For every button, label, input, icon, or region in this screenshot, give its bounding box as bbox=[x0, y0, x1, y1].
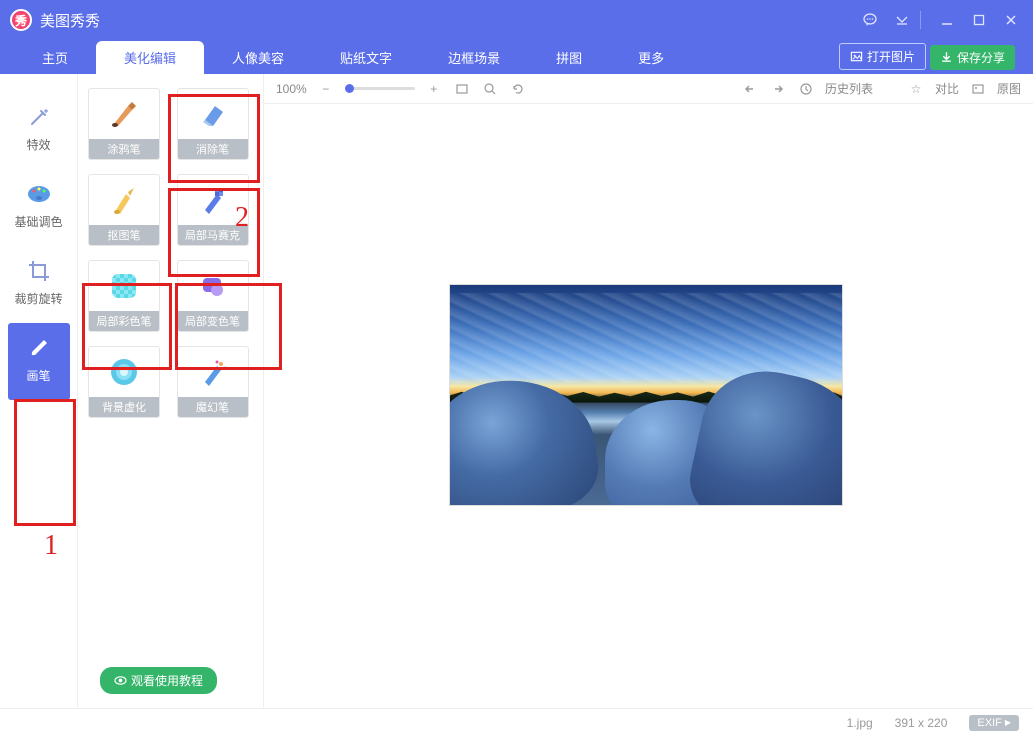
rail-effects[interactable]: 特效 bbox=[8, 92, 70, 169]
tool-eraser[interactable]: 消除笔 bbox=[177, 88, 249, 160]
zoom-level: 100% bbox=[276, 82, 307, 96]
original-label[interactable]: 原图 bbox=[997, 80, 1021, 97]
watch-tutorial-button[interactable]: 观看使用教程 bbox=[100, 667, 217, 694]
tool-local-color[interactable]: 局部彩色笔 bbox=[88, 260, 160, 332]
canvas-area: 100% − + 历史列表 ☆ 对比 原图 bbox=[264, 74, 1033, 708]
zoom-slider[interactable] bbox=[345, 87, 415, 90]
wand-icon bbox=[26, 104, 52, 130]
rail-basic-label: 基础调色 bbox=[14, 213, 62, 230]
statusbar: 1.jpg 391 x 220 EXIF▶ bbox=[0, 708, 1033, 736]
brush-icon bbox=[26, 335, 52, 361]
rail-brush[interactable]: 画笔 bbox=[8, 323, 70, 400]
tool-cutout[interactable]: 抠图笔 bbox=[88, 174, 160, 246]
tab-portrait[interactable]: 人像美容 bbox=[204, 41, 312, 74]
open-image-label: 打开图片 bbox=[867, 48, 915, 65]
crop-icon bbox=[26, 258, 52, 284]
status-filename: 1.jpg bbox=[847, 716, 873, 730]
status-dimensions: 391 x 220 bbox=[895, 716, 948, 730]
magnify-icon[interactable] bbox=[481, 80, 499, 98]
exif-button[interactable]: EXIF▶ bbox=[969, 715, 1019, 731]
watch-tutorial-label: 观看使用教程 bbox=[131, 672, 203, 689]
magic-pen-icon bbox=[178, 347, 248, 397]
tab-sticker[interactable]: 贴纸文字 bbox=[312, 41, 420, 74]
save-share-button[interactable]: 保存分享 bbox=[930, 45, 1015, 70]
save-share-label: 保存分享 bbox=[957, 49, 1005, 66]
left-rail: 特效 基础调色 裁剪旋转 画笔 bbox=[0, 74, 78, 708]
rail-brush-label: 画笔 bbox=[26, 367, 50, 384]
tool-eraser-label: 消除笔 bbox=[178, 139, 248, 159]
undo-icon[interactable] bbox=[741, 80, 759, 98]
titlebar: 秀 美图秀秀 bbox=[0, 0, 1033, 40]
tool-bgblur[interactable]: 背景虚化 bbox=[88, 346, 160, 418]
close-icon[interactable] bbox=[999, 8, 1023, 32]
tool-mosaic-label: 局部马赛克 bbox=[178, 225, 248, 245]
tool-cutout-label: 抠图笔 bbox=[89, 225, 159, 245]
rail-crop-rotate[interactable]: 裁剪旋转 bbox=[8, 246, 70, 323]
app-logo: 秀 bbox=[10, 9, 32, 31]
mosaic-pen-icon bbox=[178, 175, 248, 225]
original-icon bbox=[969, 80, 987, 98]
rail-crop-label: 裁剪旋转 bbox=[14, 290, 62, 307]
star-icon: ☆ bbox=[907, 80, 925, 98]
recolor-icon bbox=[178, 261, 248, 311]
content: 特效 基础调色 裁剪旋转 画笔 涂鸦笔 消除笔 抠 bbox=[0, 74, 1033, 708]
tab-home[interactable]: 主页 bbox=[14, 41, 96, 74]
speech-icon[interactable] bbox=[858, 8, 882, 32]
main-tabs: 主页 美化编辑 人像美容 贴纸文字 边框场景 拼图 更多 打开图片 保存分享 bbox=[0, 40, 1033, 74]
tool-mosaic[interactable]: 局部马赛克 bbox=[177, 174, 249, 246]
palette-icon bbox=[26, 181, 52, 207]
canvas-image[interactable] bbox=[449, 284, 843, 506]
tab-puzzle[interactable]: 拼图 bbox=[528, 41, 610, 74]
eraser-icon bbox=[178, 89, 248, 139]
tab-beautify[interactable]: 美化编辑 bbox=[96, 41, 204, 74]
refresh-icon[interactable] bbox=[509, 80, 527, 98]
history-icon bbox=[797, 80, 815, 98]
rail-basic-color[interactable]: 基础调色 bbox=[8, 169, 70, 246]
tab-frame[interactable]: 边框场景 bbox=[420, 41, 528, 74]
open-image-button[interactable]: 打开图片 bbox=[839, 43, 926, 70]
compare-label[interactable]: 对比 bbox=[935, 80, 959, 97]
app-title: 美图秀秀 bbox=[40, 10, 100, 31]
local-color-icon bbox=[89, 261, 159, 311]
eye-icon bbox=[114, 674, 127, 687]
maximize-icon[interactable] bbox=[967, 8, 991, 32]
minimize-icon[interactable] bbox=[935, 8, 959, 32]
history-label[interactable]: 历史列表 bbox=[825, 80, 873, 97]
tool-doodle-label: 涂鸦笔 bbox=[89, 139, 159, 159]
tool-recolor-label: 局部变色笔 bbox=[178, 311, 248, 331]
tool-local-color-label: 局部彩色笔 bbox=[89, 311, 159, 331]
tool-bgblur-label: 背景虚化 bbox=[89, 397, 159, 417]
zoom-in-icon[interactable]: + bbox=[425, 80, 443, 98]
tool-doodle[interactable]: 涂鸦笔 bbox=[88, 88, 160, 160]
rail-effects-label: 特效 bbox=[26, 136, 50, 153]
tab-more[interactable]: 更多 bbox=[610, 41, 692, 74]
save-icon bbox=[940, 51, 953, 64]
tools-panel: 涂鸦笔 消除笔 抠图笔 局部马赛克 局部彩色笔 局部变色笔 bbox=[78, 74, 264, 708]
doodle-brush-icon bbox=[89, 89, 159, 139]
image-icon bbox=[850, 50, 863, 63]
tool-magic[interactable]: 魔幻笔 bbox=[177, 346, 249, 418]
tool-recolor[interactable]: 局部变色笔 bbox=[177, 260, 249, 332]
fit-icon[interactable] bbox=[453, 80, 471, 98]
zoom-out-icon[interactable]: − bbox=[317, 80, 335, 98]
tool-magic-label: 魔幻笔 bbox=[178, 397, 248, 417]
canvas-toolbar: 100% − + 历史列表 ☆ 对比 原图 bbox=[264, 74, 1033, 104]
cutout-brush-icon bbox=[89, 175, 159, 225]
bgblur-icon bbox=[89, 347, 159, 397]
dropdown-icon[interactable] bbox=[890, 8, 914, 32]
redo-icon[interactable] bbox=[769, 80, 787, 98]
